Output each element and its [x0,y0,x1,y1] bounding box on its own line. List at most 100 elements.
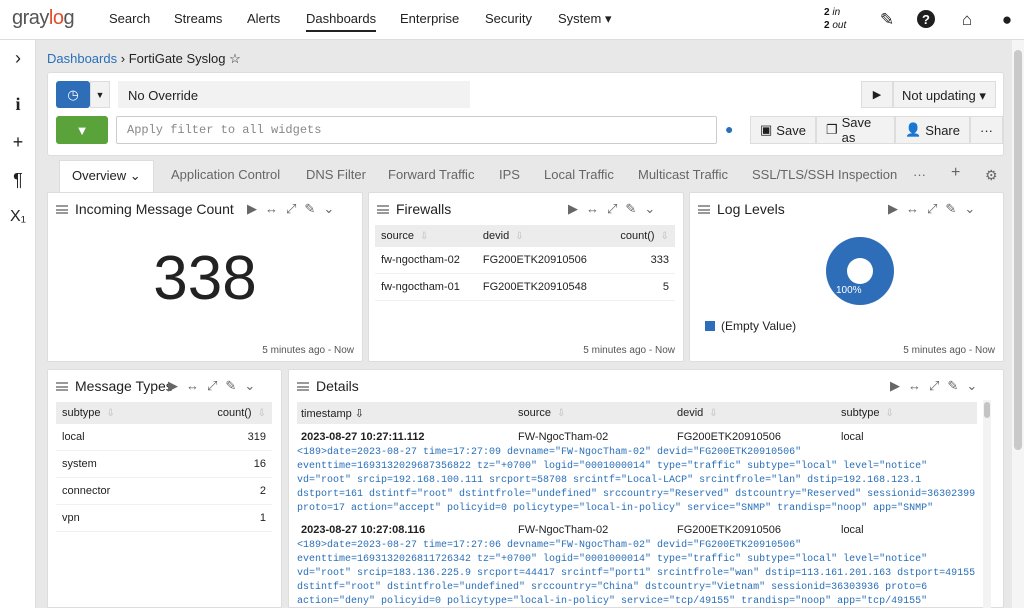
expand-icon[interactable]: ⤢ [929,378,939,394]
widget-title: Details [316,378,359,394]
table-row[interactable]: fw-ngoctham-02 FG200ETK20910506 333 [375,247,675,274]
breadcrumb: Dashboards › FortiGate Syslog ☆ [47,51,241,66]
filter-input[interactable]: Apply filter to all widgets [116,116,717,144]
column-header[interactable]: count() ⇩ [167,402,272,424]
home-icon[interactable]: ⌂ [957,10,977,30]
refresh-dropdown[interactable]: Not updating ▾ [893,81,996,108]
drag-handle-icon[interactable] [56,381,68,391]
time-override[interactable]: No Override [118,81,470,108]
drag-handle-icon[interactable] [698,204,710,214]
clock-icon[interactable]: ◷ [56,81,90,108]
drag-handle-icon[interactable] [297,381,309,391]
play-icon[interactable]: ▶ [568,201,578,217]
nav-security[interactable]: Security [485,11,532,26]
edit-icon[interactable]: ✎ [945,201,956,217]
nav-enterprise[interactable]: Enterprise [400,11,459,26]
play-icon[interactable]: ▶ [861,81,893,108]
tab-forward-traffic[interactable]: Forward Traffic [388,167,474,182]
plus-icon[interactable]: + [0,132,36,153]
chevron-down-icon[interactable]: ⌄ [244,378,255,394]
gear-icon[interactable]: ⚙ [985,167,998,184]
tab-dns-filter[interactable]: DNS Filter [306,167,366,182]
subscript-icon[interactable]: X₁ [0,208,36,226]
throughput-indicator[interactable]: 2 in 2 out [824,6,846,32]
chevron-right-icon[interactable]: › [0,48,36,69]
chevron-down-icon[interactable]: ⌄ [323,201,334,217]
expand-icon[interactable]: ⤢ [607,201,617,217]
column-header[interactable]: count() ⇩ [606,225,675,247]
column-header[interactable]: subtype ⇩ [56,402,168,424]
save-as-button[interactable]: ❐ Save as [815,115,896,145]
resize-icon[interactable]: ↔ [265,201,278,217]
nav-alerts[interactable]: Alerts [247,11,280,26]
tab-application-control[interactable]: Application Control [171,167,280,182]
user-icon[interactable]: ● [997,10,1017,30]
widget-controls: ▶ ↔ ⤢ ✎ ⌄ [888,201,975,217]
row-timestamp[interactable]: 2023-08-27 10:27:08.116 [301,524,425,536]
expand-icon[interactable]: ⤢ [927,201,937,217]
play-icon[interactable]: ▶ [890,378,900,394]
drag-handle-icon[interactable] [56,204,68,214]
table-row[interactable]: vpn 1 [56,504,272,532]
expand-icon[interactable]: ⤢ [207,378,217,394]
resize-icon[interactable]: ↔ [906,201,919,217]
more-button[interactable]: ··· [970,116,1003,144]
dashboard-tabs: Overview ⌄ Application Control DNS Filte… [47,157,1004,194]
play-icon[interactable]: ▶ [888,201,898,217]
tab-ssl-inspection[interactable]: SSL/TLS/SSH Inspection [752,167,897,182]
nav-dashboards[interactable]: Dashboards [306,11,377,32]
expand-icon[interactable]: ⤢ [286,201,296,217]
resize-icon[interactable]: ↔ [586,201,599,217]
details-scrollbar[interactable] [983,400,991,608]
lightbulb-icon[interactable]: ● [725,121,733,137]
save-button[interactable]: ▣ Save [750,116,816,144]
edit-icon[interactable]: ✎ [225,378,236,394]
column-header[interactable]: source ⇩ [518,407,565,419]
column-header[interactable]: timestamp ⇩ [301,407,364,420]
resize-icon[interactable]: ↔ [186,378,199,394]
star-icon[interactable]: ☆ [229,51,241,66]
resize-icon[interactable]: ↔ [908,378,921,394]
nav-search[interactable]: Search [109,11,150,26]
edit-icon[interactable]: ✎ [304,201,315,217]
column-header[interactable]: subtype ⇩ [841,407,894,419]
tab-overview[interactable]: Overview ⌄ [59,160,154,194]
tab-ips[interactable]: IPS [499,167,520,182]
log-message[interactable]: <189>date=2023-08-27 time=17:27:06 devna… [297,539,977,607]
paragraph-icon[interactable]: ¶ [0,170,36,191]
chevron-down-icon[interactable]: ⌄ [644,201,655,217]
share-button[interactable]: 👤 Share [895,116,970,144]
edit-icon[interactable]: ✎ [877,10,897,30]
chart-legend[interactable]: (Empty Value) [705,319,796,333]
nav-system[interactable]: System ▾ [558,11,611,27]
edit-icon[interactable]: ✎ [625,201,636,217]
info-icon[interactable]: i [0,94,36,115]
column-header[interactable]: devid ⇩ [476,225,607,247]
tab-local-traffic[interactable]: Local Traffic [544,167,614,182]
search-controls: ◷ ▼ No Override ▶ Not updating ▾ ▼ Apply… [47,72,1004,156]
table-row[interactable]: local 319 [56,424,272,451]
drag-handle-icon[interactable] [377,204,389,214]
tabs-more-button[interactable]: ··· [913,167,926,182]
log-message[interactable]: <189>date=2023-08-27 time=17:27:09 devna… [297,446,977,516]
edit-icon[interactable]: ✎ [947,378,958,394]
table-row[interactable]: fw-ngoctham-01 FG200ETK20910548 5 [375,273,675,301]
chevron-down-icon[interactable]: ⌄ [966,378,977,394]
chevron-down-icon[interactable]: ⌄ [964,201,975,217]
add-tab-icon[interactable]: + [951,164,960,182]
nav-streams[interactable]: Streams [174,11,222,26]
chevron-down-icon[interactable]: ▼ [90,81,110,108]
tab-multicast-traffic[interactable]: Multicast Traffic [638,167,728,182]
filter-icon[interactable]: ▼ [56,116,108,144]
column-header[interactable]: source ⇩ [375,225,477,247]
play-icon[interactable]: ▶ [247,201,257,217]
table-row[interactable]: connector 2 [56,477,272,505]
graylog-logo[interactable]: graylog [12,7,75,30]
breadcrumb-dashboards[interactable]: Dashboards [47,51,117,66]
table-row[interactable]: system 16 [56,450,272,478]
column-header[interactable]: devid ⇩ [677,407,718,419]
page-scrollbar[interactable] [1012,40,1024,608]
row-timestamp[interactable]: 2023-08-27 10:27:11.112 [301,431,425,443]
help-icon[interactable]: ? [917,10,935,28]
play-icon[interactable]: ▶ [168,378,178,394]
